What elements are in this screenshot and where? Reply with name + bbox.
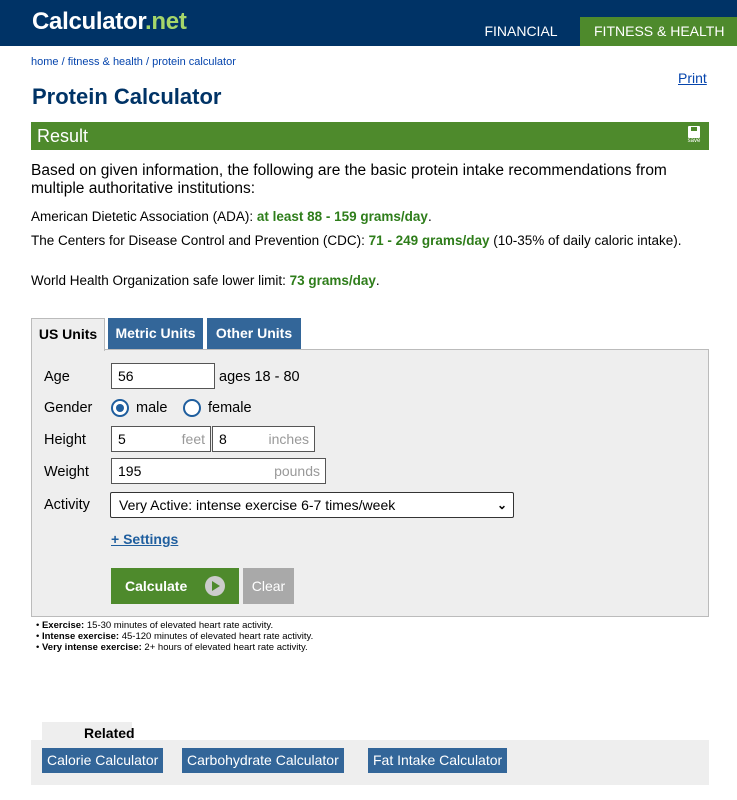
- height-feet-value: 5: [118, 431, 126, 447]
- save-label: save: [687, 138, 701, 144]
- breadcrumb-home[interactable]: home: [31, 56, 59, 68]
- height-inches-unit: inches: [268, 431, 309, 447]
- result-line-prefix: The Centers for Disease Control and Prev…: [31, 233, 369, 248]
- breadcrumb-separator: /: [142, 56, 153, 68]
- age-input[interactable]: 56: [111, 363, 215, 389]
- weight-unit: pounds: [274, 463, 320, 479]
- site-header: Calculator.net FINANCIAL FITNESS & HEALT…: [0, 0, 737, 46]
- breadcrumb-fitness-health[interactable]: fitness & health: [68, 56, 143, 68]
- breadcrumb-current[interactable]: protein calculator: [152, 56, 236, 68]
- activity-selected-value: Very Active: intense exercise 6-7 times/…: [119, 497, 396, 513]
- height-inches-input[interactable]: 8 inches: [212, 426, 315, 452]
- related-link-calorie[interactable]: Calorie Calculator: [42, 748, 164, 773]
- note-term: Exercise:: [41, 620, 85, 631]
- gender-label: Gender: [44, 400, 93, 416]
- note-term: Very intense exercise:: [41, 642, 142, 653]
- nav-financial[interactable]: FINANCIAL: [468, 17, 574, 46]
- result-line-prefix: World Health Organization safe lower lim…: [31, 273, 290, 288]
- height-feet-unit: feet: [181, 431, 205, 447]
- tab-us-units[interactable]: US Units: [31, 318, 105, 351]
- tab-other-units[interactable]: Other Units: [207, 318, 301, 350]
- result-line-suffix: .: [375, 273, 380, 288]
- result-line-suffix: .: [427, 209, 432, 224]
- list-item: Very intense exercise: 2+ hours of eleva…: [36, 642, 313, 653]
- note-term: Intense exercise:: [41, 631, 120, 642]
- height-inches-value: 8: [219, 431, 227, 447]
- related-title: Related: [42, 722, 135, 742]
- gender-male-radio[interactable]: [111, 399, 129, 417]
- floppy-disk-icon: [688, 126, 700, 138]
- nav-fitness-health[interactable]: FITNESS & HEALTH: [580, 17, 737, 46]
- related-link-carbohydrate[interactable]: Carbohydrate Calculator: [182, 748, 344, 773]
- height-feet-input[interactable]: 5 feet: [111, 426, 211, 452]
- gender-male-label[interactable]: male: [136, 400, 167, 416]
- age-label: Age: [44, 369, 70, 385]
- weight-value: 195: [118, 463, 142, 479]
- gender-female-radio[interactable]: [183, 399, 201, 417]
- related-link-fat-intake[interactable]: Fat Intake Calculator: [368, 748, 508, 773]
- clear-button[interactable]: Clear: [243, 568, 294, 604]
- print-link[interactable]: Print: [678, 70, 707, 86]
- play-icon: [205, 576, 225, 596]
- note-text: 15-30 minutes of elevated heart rate act…: [84, 620, 274, 631]
- weight-input[interactable]: 195 pounds: [111, 458, 326, 484]
- list-item: Exercise: 15-30 minutes of elevated hear…: [36, 620, 313, 631]
- result-line-prefix: American Dietetic Association (ADA):: [31, 209, 257, 224]
- result-line-suffix: (10-35% of daily caloric intake).: [489, 233, 682, 248]
- result-line-value: at least 88 - 159 grams/day: [256, 209, 428, 224]
- activity-notes: Exercise: 15-30 minutes of elevated hear…: [36, 620, 313, 653]
- activity-label: Activity: [44, 497, 90, 513]
- age-hint: ages 18 - 80: [219, 369, 300, 385]
- settings-link[interactable]: + Settings: [111, 531, 178, 547]
- result-title: Result: [37, 126, 89, 146]
- breadcrumb: home / fitness & health / protein calcul…: [31, 56, 236, 68]
- logo-main: Calculator: [32, 8, 146, 35]
- result-line-who: World Health Organization safe lower lim…: [31, 273, 711, 288]
- note-text: 2+ hours of elevated heart rate activity…: [141, 642, 308, 653]
- logo-suffix: .net: [145, 8, 187, 35]
- result-line-value: 73 grams/day: [289, 273, 376, 288]
- calculate-label: Calculate: [125, 578, 188, 594]
- tab-metric-units[interactable]: Metric Units: [108, 318, 203, 350]
- save-icon[interactable]: save: [685, 126, 703, 146]
- height-label: Height: [44, 432, 86, 448]
- chevron-down-icon: ⌄: [496, 498, 507, 512]
- page-title: Protein Calculator: [32, 84, 222, 109]
- result-line-value: 71 - 249 grams/day: [368, 233, 490, 248]
- weight-label: Weight: [44, 464, 89, 480]
- site-logo[interactable]: Calculator.net: [32, 8, 187, 36]
- note-text: 45-120 minutes of elevated heart rate ac…: [119, 631, 314, 642]
- result-intro: Based on given information, the followin…: [31, 162, 667, 197]
- breadcrumb-separator: /: [58, 56, 68, 68]
- result-line-ada: American Dietetic Association (ADA): at …: [31, 209, 711, 224]
- result-line-cdc: The Centers for Disease Control and Prev…: [31, 233, 711, 248]
- activity-select[interactable]: Very Active: intense exercise 6-7 times/…: [110, 492, 514, 518]
- gender-female-label[interactable]: female: [208, 400, 252, 416]
- list-item: Intense exercise: 45-120 minutes of elev…: [36, 631, 313, 642]
- result-header: Result save: [31, 122, 709, 150]
- calculate-button[interactable]: Calculate: [111, 568, 239, 604]
